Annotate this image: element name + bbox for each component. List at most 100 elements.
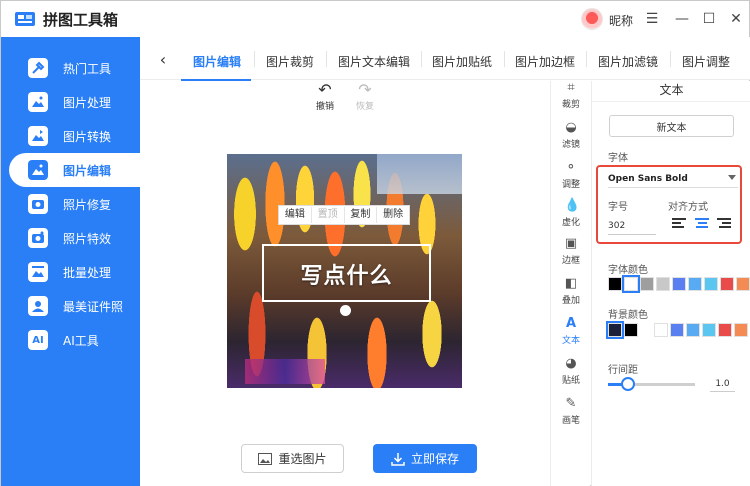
tab-bar: ‹ 图片编辑 图片裁剪 图片文本编辑 图片加贴纸 图片加边框 图片加滤镜 图片调… bbox=[140, 37, 750, 81]
title-bar: 拼图工具箱 昵称 ☰ — ☐ ✕ bbox=[1, 1, 749, 37]
tool-border[interactable]: ▣ 边框 bbox=[551, 237, 591, 267]
undo-icon: ↶ bbox=[318, 80, 332, 99]
tool-overlay[interactable]: ◧ 叠加 bbox=[551, 276, 591, 307]
sidebar-item-label: 最美证件照 bbox=[63, 299, 124, 314]
copy-text-button[interactable]: 复制 bbox=[345, 207, 378, 223]
tab-divider bbox=[586, 51, 587, 67]
minimize-icon[interactable]: — bbox=[671, 8, 693, 30]
text-context-toolbar: 编辑 置顶 复制 删除 bbox=[278, 205, 410, 225]
tab-divider bbox=[326, 51, 327, 67]
delete-text-button[interactable]: 删除 bbox=[377, 207, 409, 223]
sidebar-item-image-convert[interactable]: 图片转换 bbox=[1, 119, 140, 153]
menu-icon[interactable]: ☰ bbox=[641, 8, 663, 30]
avatar[interactable] bbox=[581, 8, 603, 30]
tool-crop[interactable]: ⌗ 裁剪 bbox=[551, 80, 591, 111]
sidebar-item-image-process[interactable]: 图片处理 bbox=[1, 85, 140, 119]
blur-icon: 💧 bbox=[564, 198, 581, 213]
app-title: 拼图工具箱 bbox=[43, 11, 119, 29]
sidebar-item-batch[interactable]: 批量处理 bbox=[1, 255, 140, 289]
nickname[interactable]: 昵称 bbox=[609, 12, 633, 29]
panel-title: 文本 bbox=[659, 83, 684, 97]
new-text-button[interactable]: 新文本 bbox=[609, 115, 734, 137]
photo-repair-icon bbox=[28, 194, 48, 214]
color-swatch[interactable] bbox=[622, 275, 640, 293]
align-center-icon[interactable] bbox=[695, 218, 709, 230]
color-swatch[interactable] bbox=[686, 323, 700, 337]
crop-icon: ⌗ bbox=[567, 80, 575, 95]
save-label: 立即保存 bbox=[410, 452, 459, 466]
bring-to-top-button[interactable]: 置顶 bbox=[312, 207, 345, 223]
color-swatch[interactable] bbox=[640, 277, 654, 291]
tab-image-edit[interactable]: 图片编辑 bbox=[193, 53, 241, 70]
align-right-icon[interactable] bbox=[717, 218, 731, 230]
tab-image-filter[interactable]: 图片加滤镜 bbox=[598, 53, 658, 70]
color-swatch[interactable] bbox=[718, 323, 732, 337]
tab-divider bbox=[504, 51, 505, 67]
sidebar-item-id-photo[interactable]: 最美证件照 bbox=[1, 289, 140, 323]
tool-sticker[interactable]: ◕ 贴纸 bbox=[551, 357, 591, 387]
tab-image-sticker[interactable]: 图片加贴纸 bbox=[432, 53, 492, 70]
sidebar-item-photo-effect[interactable]: 照片特效 bbox=[1, 221, 140, 255]
tool-column: ⌗ 裁剪 ◒ 滤镜 ⚬ 调整 💧 虚化 ▣ 边框 ◧ 叠加 A 文本 ◕ 贴纸 bbox=[550, 81, 590, 486]
color-swatch[interactable] bbox=[704, 277, 718, 291]
tab-image-border[interactable]: 图片加边框 bbox=[515, 53, 575, 70]
sidebar-item-image-edit[interactable]: 图片编辑 bbox=[9, 153, 140, 187]
text-properties-panel: 文本 新文本 字体 Open Sans Bold 字号 对齐方式 302 字体颜… bbox=[591, 81, 750, 486]
line-spacing-label: 行间距 bbox=[608, 365, 638, 376]
color-swatch[interactable] bbox=[688, 277, 702, 291]
color-swatch[interactable] bbox=[654, 323, 668, 337]
sidebar-item-label: 照片修复 bbox=[63, 197, 112, 212]
tool-adjust[interactable]: ⚬ 调整 bbox=[551, 160, 591, 191]
tool-brush[interactable]: ✎ 画笔 bbox=[551, 396, 591, 427]
filter-icon: ◒ bbox=[565, 120, 577, 135]
color-swatch[interactable] bbox=[624, 323, 638, 337]
rotate-handle[interactable] bbox=[340, 305, 351, 316]
tool-text[interactable]: A 文本 bbox=[551, 316, 591, 347]
maximize-icon[interactable]: ☐ bbox=[698, 8, 720, 30]
color-swatch[interactable] bbox=[702, 323, 716, 337]
tab-image-crop[interactable]: 图片裁剪 bbox=[266, 53, 314, 70]
save-now-button[interactable]: 立即保存 bbox=[373, 444, 477, 473]
text-icon: A bbox=[565, 316, 577, 331]
back-arrow-icon[interactable]: ‹ bbox=[152, 48, 174, 70]
sidebar-item-hot-tools[interactable]: 热门工具 bbox=[1, 51, 140, 85]
line-spacing-value[interactable]: 1.0 bbox=[710, 376, 735, 392]
redo-label: 恢复 bbox=[355, 102, 374, 112]
edit-text-button[interactable]: 编辑 bbox=[279, 207, 312, 223]
sidebar-item-label: 照片特效 bbox=[63, 231, 112, 246]
color-swatch[interactable] bbox=[656, 277, 670, 291]
tab-divider bbox=[670, 51, 671, 67]
redo-button[interactable]: ↷ 恢复 bbox=[350, 81, 380, 113]
image-process-icon bbox=[28, 92, 48, 112]
tab-image-adjust[interactable]: 图片调整 bbox=[682, 53, 730, 70]
color-swatch[interactable] bbox=[606, 321, 624, 339]
brush-icon: ✎ bbox=[565, 396, 577, 411]
text-layer-box[interactable]: 写点什么 bbox=[262, 244, 431, 302]
app-window: 拼图工具箱 昵称 ☰ — ☐ ✕ 热门工具 图片处理 图片转换 图片编辑 照片修… bbox=[0, 0, 750, 486]
color-swatch[interactable] bbox=[670, 323, 684, 337]
undo-button[interactable]: ↶ 撤销 bbox=[310, 80, 340, 113]
tool-label: 叠加 bbox=[561, 296, 580, 306]
tool-label: 贴纸 bbox=[561, 376, 580, 386]
adjust-icon: ⚬ bbox=[565, 160, 577, 175]
tool-blur[interactable]: 💧 虚化 bbox=[551, 198, 591, 229]
color-swatch[interactable] bbox=[720, 277, 734, 291]
tool-label: 边框 bbox=[561, 256, 580, 266]
sidebar-item-ai-tools[interactable]: AI AI工具 bbox=[1, 323, 140, 357]
sidebar-item-label: 热门工具 bbox=[63, 61, 112, 76]
color-swatch[interactable] bbox=[672, 277, 686, 291]
close-icon[interactable]: ✕ bbox=[725, 8, 747, 30]
color-swatch[interactable] bbox=[736, 277, 750, 291]
app-logo-icon bbox=[15, 12, 35, 26]
line-spacing-handle[interactable] bbox=[621, 377, 635, 391]
overlay-icon: ◧ bbox=[564, 276, 578, 291]
color-swatch[interactable] bbox=[734, 323, 748, 337]
font-size-input[interactable]: 302 bbox=[608, 217, 656, 235]
align-left-icon[interactable] bbox=[672, 218, 686, 230]
tab-image-text-edit[interactable]: 图片文本编辑 bbox=[338, 53, 410, 70]
color-swatch[interactable] bbox=[608, 277, 622, 291]
sidebar-item-photo-repair[interactable]: 照片修复 bbox=[1, 187, 140, 221]
font-family-select[interactable]: Open Sans Bold bbox=[608, 170, 738, 188]
reselect-image-button[interactable]: 重选图片 bbox=[241, 444, 344, 473]
tool-filter[interactable]: ◒ 滤镜 bbox=[551, 120, 591, 151]
